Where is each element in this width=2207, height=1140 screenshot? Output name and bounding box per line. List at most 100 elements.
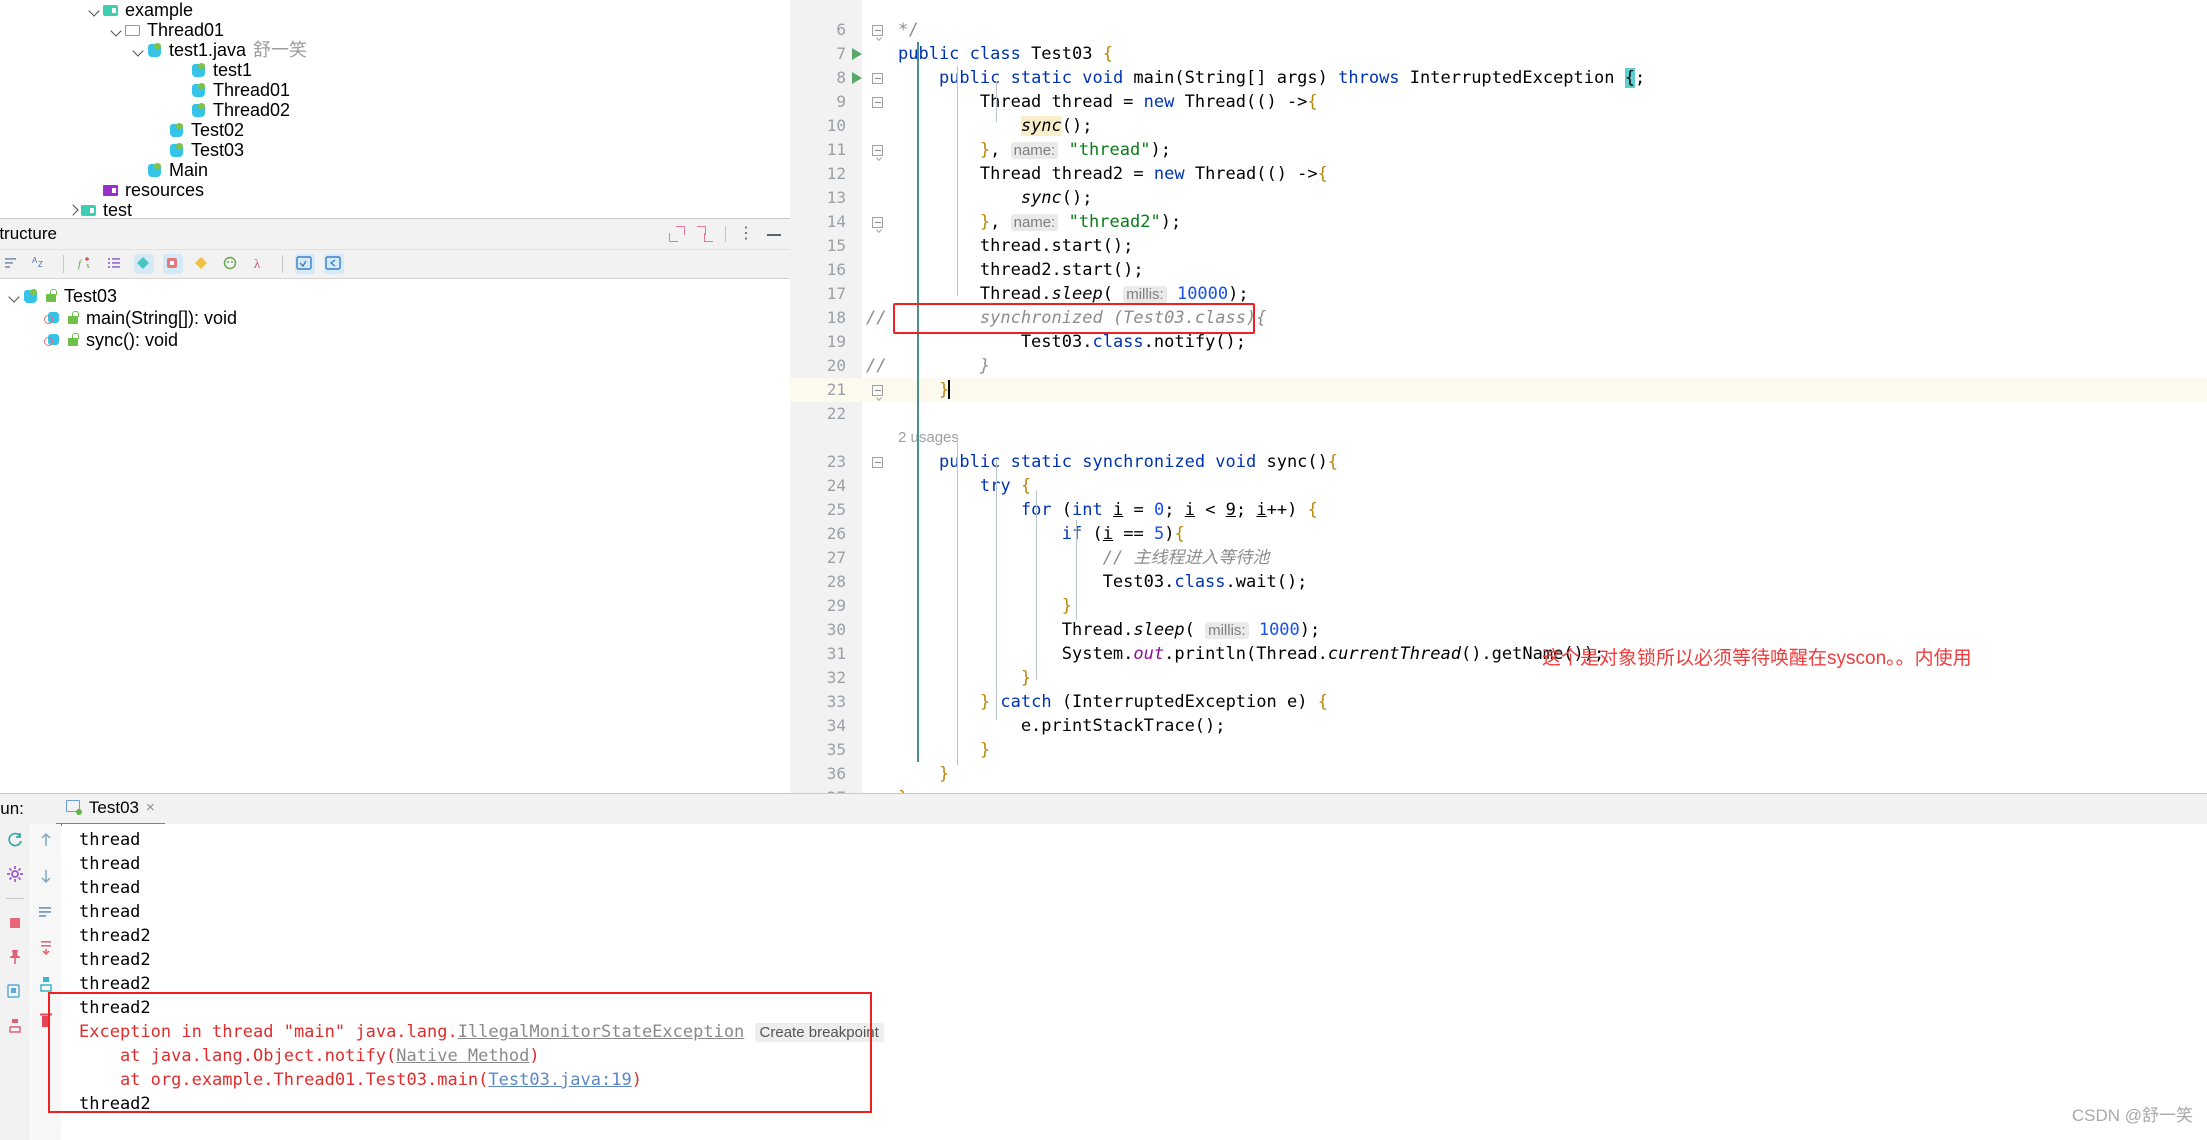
code-fold-icon[interactable]	[872, 457, 883, 468]
project-tree-item-test1-java[interactable]: test1.java舒一笑	[0, 40, 790, 60]
code-line-11[interactable]: 11 }, name: "thread");	[790, 138, 2207, 162]
project-tree-item-Thread02[interactable]: Thread02	[0, 100, 790, 120]
structure-item-test03[interactable]: Test03	[0, 285, 790, 307]
editor-content[interactable]: 6*/7public class Test03 {8 public static…	[790, 0, 2207, 793]
code-line-22[interactable]: 22	[790, 402, 2207, 426]
project-tree-item-Test02[interactable]: Test02	[0, 120, 790, 140]
lambda-icon[interactable]: λ	[250, 254, 270, 274]
structure-toolbar[interactable]: AZ fx λ	[0, 249, 790, 279]
project-tree-panel[interactable]: exampleThread01test1.java舒一笑test1Thread0…	[0, 0, 790, 218]
code-line-20[interactable]: 20// }	[790, 354, 2207, 378]
code-line-32[interactable]: 32 }	[790, 666, 2207, 690]
code-line-29[interactable]: 29 }	[790, 594, 2207, 618]
hide-panel-icon[interactable]	[766, 226, 782, 242]
code-line-37[interactable]: 37}	[790, 786, 2207, 793]
show-anonymous-icon[interactable]	[192, 254, 212, 274]
print-icon[interactable]	[5, 1015, 25, 1035]
code-line-24[interactable]: 24 try {	[790, 474, 2207, 498]
code-line-14[interactable]: 14 }, name: "thread2");	[790, 210, 2207, 234]
code-line-17[interactable]: 17 Thread.sleep( millis: 10000);	[790, 282, 2207, 306]
code-line-26[interactable]: 26 if (i == 5){	[790, 522, 2207, 546]
stop-icon[interactable]	[5, 913, 25, 933]
print-icon[interactable]	[36, 974, 56, 994]
run-tab-test03[interactable]: Test03 ×	[56, 793, 165, 826]
project-tree-item-Test03[interactable]: Test03	[0, 140, 790, 160]
trash-icon[interactable]	[36, 1010, 56, 1030]
sort-by-visibility-icon[interactable]	[2, 254, 22, 274]
usages-inlay-hint[interactable]: 2 usages	[898, 429, 959, 446]
code-fold-icon[interactable]	[872, 25, 883, 36]
console-actions-toolbar[interactable]	[31, 824, 61, 1140]
chevron-down-icon[interactable]	[110, 20, 124, 40]
expand-all-icon[interactable]	[295, 254, 315, 274]
public-visibility-icon	[67, 333, 80, 347]
code-line-8[interactable]: 8 public static void main(String[] args)…	[790, 66, 2207, 90]
code-line-12[interactable]: 12 Thread thread2 = new Thread(() ->{	[790, 162, 2207, 186]
code-line-21[interactable]: 21 }	[790, 378, 2207, 402]
code-line-35[interactable]: 35 }	[790, 738, 2207, 762]
show-fields-icon[interactable]	[105, 254, 125, 274]
code-line-19[interactable]: 19 Test03.class.notify();	[790, 330, 2207, 354]
code-line-9[interactable]: 9 Thread thread = new Thread(() ->{	[790, 90, 2207, 114]
code-fold-icon[interactable]	[872, 217, 883, 228]
project-tree-item-example[interactable]: example	[0, 0, 790, 20]
chevron-down-icon[interactable]	[8, 286, 22, 306]
scroll-to-end-icon[interactable]	[36, 938, 56, 958]
code-line-6[interactable]: 6*/	[790, 18, 2207, 42]
soft-wrap-icon[interactable]	[36, 902, 56, 922]
code-editor[interactable]: 6*/7public class Test03 {8 public static…	[790, 0, 2207, 793]
show-non-public-icon[interactable]: fx	[76, 254, 96, 274]
code-line-13[interactable]: 13 sync();	[790, 186, 2207, 210]
show-lambdas-icon[interactable]	[221, 254, 241, 274]
code-line-28[interactable]: 28 Test03.class.wait();	[790, 570, 2207, 594]
run-gutter-icon[interactable]	[852, 72, 862, 84]
more-options-icon[interactable]: ⋮	[738, 226, 754, 242]
code-fold-icon[interactable]	[872, 73, 883, 84]
settings-icon[interactable]	[5, 864, 25, 884]
project-tree-item-Thread01[interactable]: Thread01	[0, 20, 790, 40]
console-output[interactable]: threadthreadthreadthreadthread2thread2th…	[62, 824, 2207, 1134]
code-line-31[interactable]: 31 System.out.println(Thread.currentThre…	[790, 642, 2207, 666]
show-inherited-icon[interactable]	[163, 254, 183, 274]
code-line-33[interactable]: 33 } catch (InterruptedException e) {	[790, 690, 2207, 714]
run-actions-toolbar[interactable]	[0, 824, 30, 1140]
code-line-18[interactable]: 18// synchronized (Test03.class){	[790, 306, 2207, 330]
code-fold-icon[interactable]	[872, 97, 883, 108]
code-line-23[interactable]: 23 public static synchronized void sync(…	[790, 450, 2207, 474]
code-line-7[interactable]: 7public class Test03 {	[790, 42, 2207, 66]
code-line-27[interactable]: 27 // 主线程进入等待池	[790, 546, 2207, 570]
rerun-icon[interactable]	[5, 830, 25, 850]
chevron-down-icon[interactable]	[88, 0, 102, 20]
project-tree-item-resources[interactable]: resources	[0, 180, 790, 200]
show-properties-icon[interactable]	[134, 254, 154, 274]
code-line-34[interactable]: 34 e.printStackTrace();	[790, 714, 2207, 738]
code-line-30[interactable]: 30 Thread.sleep( millis: 1000);	[790, 618, 2207, 642]
code-fold-icon[interactable]	[872, 145, 883, 156]
run-gutter-icon[interactable]	[852, 48, 862, 60]
structure-item-sync----void[interactable]: sync(): void	[0, 329, 790, 351]
tree-spacer	[30, 330, 44, 350]
project-tree-item-Main[interactable]: Main	[0, 160, 790, 180]
collapse-all-icon[interactable]	[324, 254, 344, 274]
project-tree-item-Thread01[interactable]: Thread01	[0, 80, 790, 100]
structure-tree[interactable]: Test03main(String[]): voidsync(): void	[0, 279, 790, 351]
code-line-15[interactable]: 15 thread.start();	[790, 234, 2207, 258]
chevron-right-icon[interactable]	[66, 200, 80, 218]
code-fold-icon[interactable]	[872, 385, 883, 396]
collapse-all-icon[interactable]	[697, 226, 713, 242]
project-tree-item-test1[interactable]: test1	[0, 60, 790, 80]
code-line-25[interactable]: 25 for (int i = 0; i < 9; i++) {	[790, 498, 2207, 522]
close-tab-icon[interactable]: ×	[146, 799, 155, 816]
export-icon[interactable]	[5, 981, 25, 1001]
structure-item-main-string-----void[interactable]: main(String[]): void	[0, 307, 790, 329]
pin-icon[interactable]	[5, 947, 25, 967]
expand-all-icon[interactable]	[669, 226, 685, 242]
scroll-up-icon[interactable]	[36, 830, 56, 850]
code-line-10[interactable]: 10 sync();	[790, 114, 2207, 138]
project-tree-item-test[interactable]: test	[0, 200, 790, 218]
scroll-down-icon[interactable]	[36, 866, 56, 886]
code-line-16[interactable]: 16 thread2.start();	[790, 258, 2207, 282]
chevron-down-icon[interactable]	[132, 40, 146, 60]
code-line-36[interactable]: 36 }	[790, 762, 2207, 786]
sort-alphabetically-icon[interactable]: AZ	[31, 254, 51, 274]
